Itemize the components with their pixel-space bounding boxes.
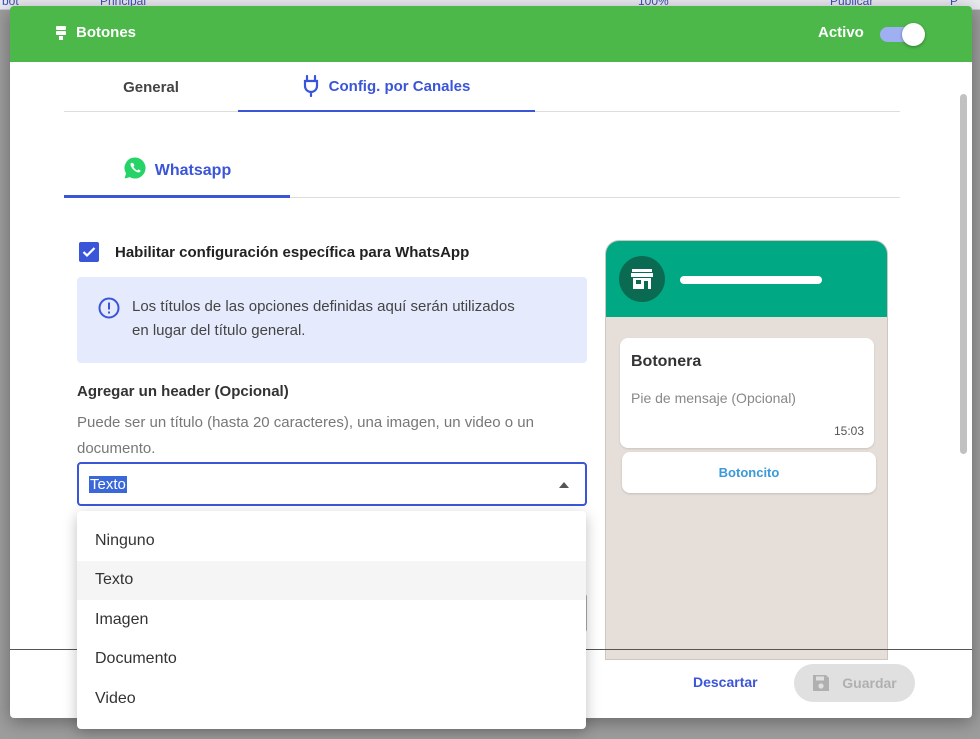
tab-config-canales[interactable]: Config. por Canales: [238, 62, 535, 112]
info-text: Los títulos de las opciones definidas aq…: [132, 298, 515, 339]
header-section-description: Puede ser un título (hasta 20 caracteres…: [77, 414, 534, 457]
quick-reply-label: Botoncito: [718, 465, 780, 480]
store-icon: [631, 269, 653, 289]
header-type-menu: Ninguno Texto Imagen Documento Video: [77, 511, 586, 729]
tab-general-label: General: [123, 78, 179, 96]
info-icon: [98, 297, 120, 319]
subtab-whatsapp-label: Whatsapp: [154, 161, 232, 179]
message-time: 15:03: [833, 424, 864, 438]
header-section-title: Agregar un header (Opcional): [77, 383, 289, 400]
message-title: Botonera: [631, 353, 702, 370]
header-type-select[interactable]: Texto: [77, 462, 587, 506]
header-type-value: Texto: [89, 476, 127, 493]
menu-option-imagen[interactable]: Imagen: [77, 600, 586, 640]
tab-general[interactable]: General: [64, 62, 238, 112]
plug-icon: [303, 75, 318, 97]
save-icon: [813, 675, 830, 691]
caret-up-icon: [559, 482, 569, 488]
buttons-node-icon: [56, 26, 66, 40]
contact-name-placeholder: [680, 276, 822, 284]
whatsapp-preview: Botonera Pie de mensaje (Opcional) 15:03…: [605, 240, 888, 660]
save-label: Guardar: [842, 675, 897, 691]
tab-bar: General Config. por Canales: [64, 62, 900, 112]
enable-whatsapp-checkbox[interactable]: [79, 242, 99, 262]
toggle-knob: [902, 23, 925, 46]
tab-config-canales-label: Config. por Canales: [328, 77, 471, 95]
whatsapp-icon: [124, 156, 146, 178]
quick-reply-button[interactable]: Botoncito: [622, 452, 876, 493]
checkmark-icon: [82, 247, 96, 258]
store-avatar: [619, 256, 665, 302]
active-toggle[interactable]: [880, 23, 926, 46]
menu-option-video[interactable]: Video: [77, 679, 586, 719]
enable-whatsapp-label: Habilitar configuración específica para …: [115, 243, 470, 261]
menu-option-texto[interactable]: Texto: [77, 560, 586, 600]
menu-option-ninguno[interactable]: Ninguno: [77, 521, 586, 561]
modal-title: Botones: [76, 24, 136, 41]
message-footer: Pie de mensaje (Opcional): [631, 390, 796, 406]
scrollbar-thumb[interactable]: [960, 94, 967, 454]
info-box: Los títulos de las opciones definidas aq…: [77, 277, 587, 363]
active-label: Activo: [818, 24, 864, 41]
preview-header: [606, 241, 887, 317]
channel-subtabs: Whatsapp: [64, 146, 900, 198]
enable-whatsapp-row: Habilitar configuración específica para …: [79, 242, 469, 262]
save-button[interactable]: Guardar: [794, 664, 915, 702]
message-bubble: Botonera Pie de mensaje (Opcional) 15:03: [620, 338, 874, 448]
menu-option-documento[interactable]: Documento: [77, 640, 586, 680]
subtab-whatsapp[interactable]: Whatsapp: [64, 146, 290, 198]
modal-header: Botones Activo: [10, 6, 972, 62]
discard-button[interactable]: Descartar: [693, 674, 758, 690]
